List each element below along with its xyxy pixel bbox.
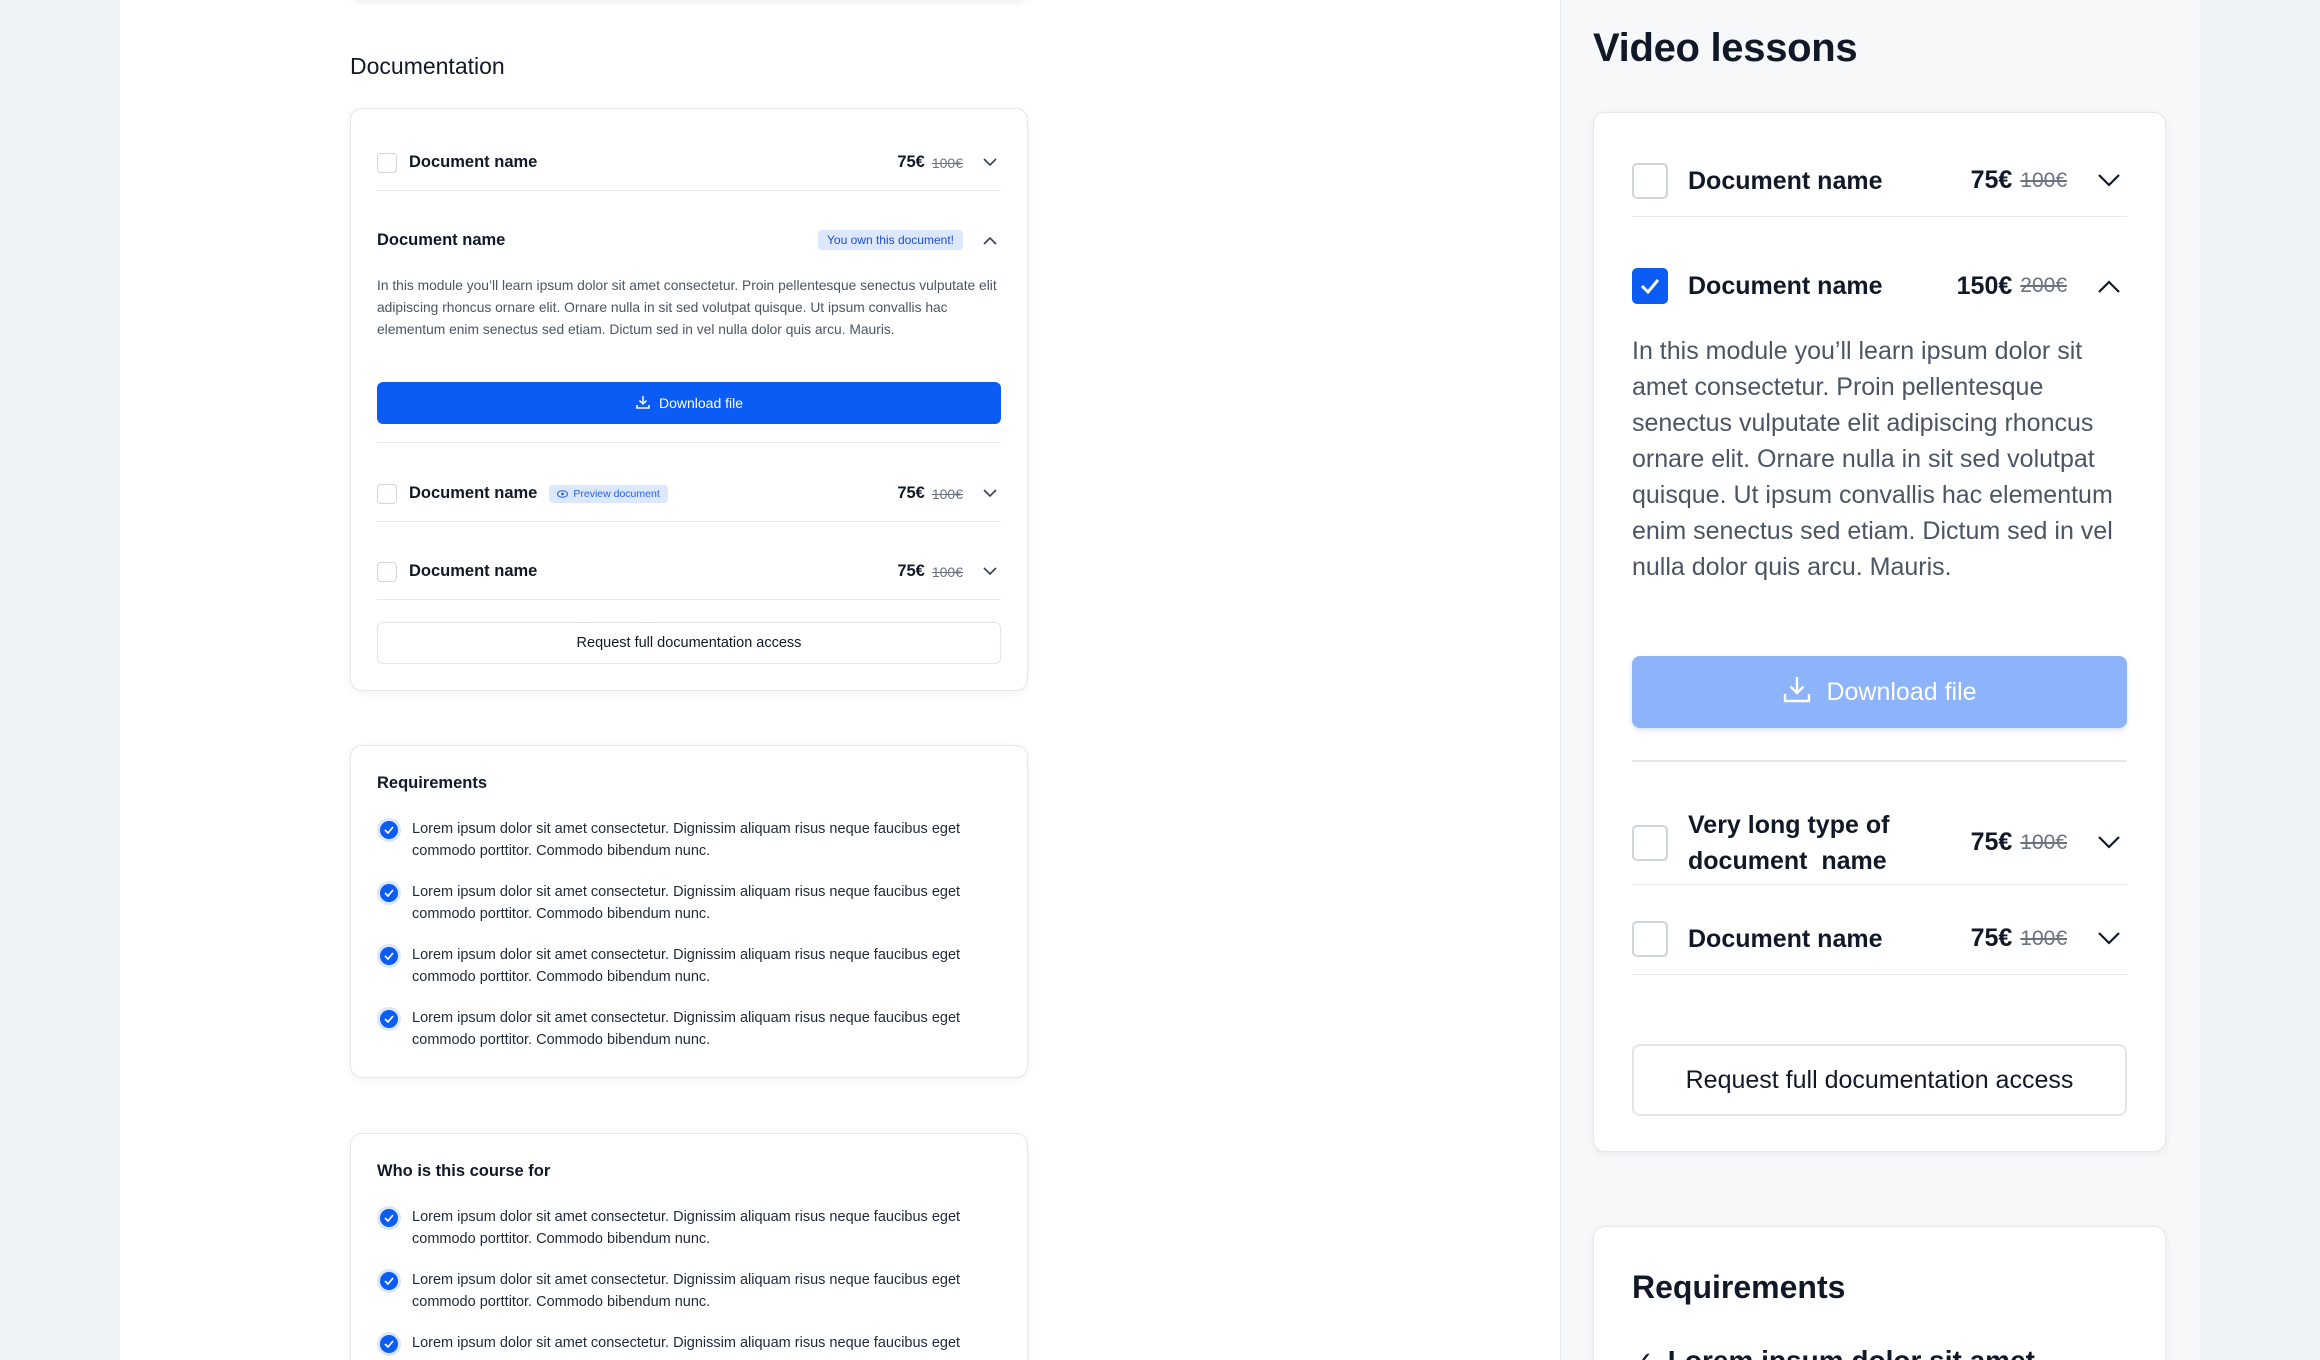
document-row[interactable]: Very long type of document name 75€ 100€	[1632, 801, 2127, 885]
list-item: Lorem ipsum dolor sit amet consectetur. …	[377, 944, 1001, 988]
requirements-title: Requirements	[377, 774, 488, 792]
list-item: Lorem ipsum dolor sit amet consectetur. …	[377, 1269, 1001, 1313]
divider	[1632, 760, 2127, 762]
list-item: Lorem ipsum dolor sit amet consectetur. …	[377, 881, 1001, 925]
list-item-text: Lorem ipsum dolor sit amet consectetur. …	[412, 821, 961, 859]
check-circle-icon	[377, 1332, 401, 1356]
document-row[interactable]: Document name 75€ 100€	[377, 135, 1001, 191]
eye-icon	[557, 489, 569, 498]
list-item: Lorem ipsum dolor sit amet consectetur. …	[377, 1206, 1001, 1250]
document-price: 150€	[1956, 271, 2013, 300]
check-circle-icon	[377, 1269, 401, 1293]
document-name: Document name	[409, 484, 538, 502]
list-item-text: Lorem ipsum dolor sit amet consectetur. …	[412, 884, 961, 922]
document-price: 75€	[897, 562, 925, 580]
requirements-card: Requirements Lorem ipsum dolor sit amet …	[350, 745, 1028, 1078]
list-item: Lorem ipsum dolor sit amet consectetur. …	[377, 1007, 1001, 1051]
list-item-text: Lorem ipsum dolor sit amet consectetur. …	[412, 1209, 961, 1247]
document-row[interactable]: Document name 75€ 100€	[1632, 145, 2127, 217]
download-label: Download file	[1826, 677, 1977, 706]
document-row[interactable]: Document name Preview document 75€ 100€	[377, 466, 1001, 522]
document-row[interactable]: Document name 75€ 100€	[1632, 903, 2127, 975]
list-item-text: Lorem ipsum dolor sit amet consectetur. …	[412, 947, 961, 985]
owned-badge: You own this document!	[818, 230, 963, 250]
documentation-card: Document name 75€ 100€ Document name You…	[350, 108, 1028, 691]
list-item: Lorem ipsum dolor sit amet consectetur. …	[377, 818, 1001, 862]
check-circle-icon	[377, 944, 401, 968]
document-old-price: 100€	[2020, 168, 2067, 192]
list-item-text: Lorem ipsum dolor sit amet consectetur. …	[412, 1335, 961, 1351]
download-file-button[interactable]: Download file	[377, 382, 1001, 424]
document-checkbox[interactable]	[377, 152, 397, 173]
document-row-expanded[interactable]: Document name 150€ 200€	[1632, 250, 2127, 322]
download-icon	[635, 394, 651, 413]
chevron-down-icon[interactable]	[2091, 163, 2127, 199]
document-checkbox[interactable]	[1632, 824, 1668, 861]
document-name-line2: document name	[1688, 846, 1887, 875]
document-name: Very long type of document name	[1688, 807, 1889, 879]
document-price: 75€	[1970, 924, 2013, 952]
chevron-up-icon[interactable]	[979, 229, 1001, 251]
document-row-expanded[interactable]: Document name You own this document!	[377, 212, 1001, 268]
preview-badge-label: Preview document	[573, 487, 660, 500]
check-icon: ✓	[1632, 1346, 1654, 1360]
document-price: 75€	[897, 484, 925, 502]
list-item: ✓ Lorem ipsum dolor sit amet	[1632, 1345, 2035, 1360]
download-file-button[interactable]: Download file	[1632, 656, 2127, 728]
document-description: In this module you’ll learn ipsum dolor …	[377, 278, 997, 337]
document-old-price: 100€	[931, 485, 963, 502]
document-checkbox[interactable]	[377, 561, 397, 582]
document-old-price: 100€	[2020, 830, 2067, 854]
request-access-button[interactable]: Request full documentation access	[377, 622, 1001, 664]
document-name-line1: Very long type of	[1688, 810, 1890, 839]
sidebar-requirements-card: Requirements ✓ Lorem ipsum dolor sit ame…	[1593, 1226, 2166, 1360]
document-price: 75€	[1970, 828, 2013, 856]
audience-title: Who is this course for	[377, 1162, 551, 1180]
document-checkbox[interactable]	[1632, 162, 1668, 199]
video-lessons-card: Document name 75€ 100€ Document name 150…	[1593, 112, 2166, 1152]
chevron-up-icon[interactable]	[2091, 268, 2127, 304]
audience-card: Who is this course for Lorem ipsum dolor…	[350, 1133, 1028, 1360]
document-description: In this module you’ll learn ipsum dolor …	[1632, 337, 2113, 581]
document-name: Document name	[1688, 166, 1883, 195]
document-checkbox-checked[interactable]	[1632, 268, 1668, 304]
document-old-price: 100€	[931, 154, 963, 171]
document-old-price: 100€	[931, 563, 963, 580]
chevron-down-icon[interactable]	[2091, 825, 2127, 861]
document-price: 75€	[897, 153, 925, 171]
list-item: Lorem ipsum dolor sit amet consectetur. …	[377, 1332, 1001, 1356]
document-row[interactable]: Document name 75€ 100€	[377, 544, 1001, 600]
divider	[377, 442, 1001, 443]
chevron-down-icon[interactable]	[979, 483, 1001, 505]
documentation-heading: Documentation	[350, 53, 505, 79]
chevron-down-icon[interactable]	[2091, 921, 2127, 957]
sidebar-requirements-title: Requirements	[1632, 1269, 1846, 1305]
list-item-text: Lorem ipsum dolor sit amet consectetur. …	[412, 1272, 961, 1310]
chevron-down-icon[interactable]	[979, 152, 1001, 174]
document-name: Document name	[377, 230, 506, 249]
check-circle-icon	[377, 881, 401, 905]
request-access-button[interactable]: Request full documentation access	[1632, 1044, 2127, 1116]
list-item-text: Lorem ipsum dolor sit amet	[1668, 1345, 2035, 1360]
download-label: Download file	[658, 395, 744, 411]
document-price: 75€	[1970, 166, 2013, 194]
document-name: Document name	[1688, 924, 1883, 953]
video-lessons-title: Video lessons	[1593, 26, 1858, 70]
document-name: Document name	[1688, 272, 1883, 300]
document-checkbox[interactable]	[1632, 920, 1668, 957]
preview-badge[interactable]: Preview document	[549, 484, 668, 503]
chevron-down-icon[interactable]	[979, 561, 1001, 583]
check-circle-icon	[377, 1007, 401, 1031]
document-name: Document name	[409, 153, 538, 171]
check-circle-icon	[377, 1206, 401, 1230]
document-checkbox[interactable]	[377, 483, 397, 504]
check-circle-icon	[377, 818, 401, 842]
document-old-price: 200€	[2020, 274, 2067, 297]
document-name: Document name	[409, 562, 538, 580]
list-item-text: Lorem ipsum dolor sit amet consectetur. …	[412, 1010, 961, 1048]
download-icon	[1782, 674, 1812, 711]
document-old-price: 100€	[2020, 926, 2067, 950]
